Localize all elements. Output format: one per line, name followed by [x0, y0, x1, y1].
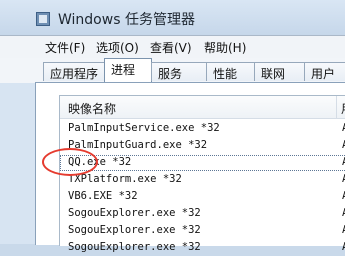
- menu-view[interactable]: 查看(V): [150, 39, 192, 56]
- list-header: 映像名称 用: [60, 96, 345, 119]
- column-header-user[interactable]: 用: [341, 100, 345, 117]
- table-row[interactable]: TXPlatform.exe *32 A: [60, 172, 345, 188]
- table-row[interactable]: SogouExplorer.exe *32 A: [60, 223, 345, 239]
- process-name: TXPlatform.exe *32: [68, 173, 182, 185]
- table-row[interactable]: SogouExplorer.exe *32 A: [60, 206, 345, 222]
- tab-performance[interactable]: 性能: [206, 62, 255, 81]
- process-name: VB6.EXE *32: [68, 190, 138, 202]
- table-row[interactable]: VB6.EXE *32 A: [60, 189, 345, 205]
- tab-networking[interactable]: 联网: [254, 62, 305, 81]
- red-annotation-circle: [42, 148, 98, 176]
- process-name: SogouExplorer.exe *32: [68, 224, 201, 236]
- process-name: PalmInputGuard.exe *32: [68, 139, 208, 151]
- task-manager-window: Windows 任务管理器 文件(F) 选项(O) 查看(V) 帮助(H) 应用…: [0, 0, 345, 253]
- table-row-selected[interactable]: QQ.exe *32 A: [60, 155, 345, 171]
- process-list[interactable]: 映像名称 用 PalmInputService.exe *32 A PalmIn…: [59, 95, 345, 253]
- table-row[interactable]: SogouExplorer.exe *32 A: [60, 240, 345, 256]
- tab-services[interactable]: 服务: [151, 62, 207, 81]
- tab-strip: 应用程序 进程 服务 性能 联网 用户: [0, 58, 345, 83]
- menu-bar: 文件(F) 选项(O) 查看(V) 帮助(H): [0, 35, 345, 59]
- tab-applications[interactable]: 应用程序: [43, 62, 105, 81]
- menu-options[interactable]: 选项(O): [96, 39, 139, 56]
- tab-processes[interactable]: 进程: [104, 58, 152, 82]
- table-row[interactable]: PalmInputGuard.exe *32 A: [60, 138, 345, 154]
- column-header-image-name[interactable]: 映像名称: [68, 100, 116, 117]
- tab-users[interactable]: 用户: [304, 62, 345, 81]
- process-name: SogouExplorer.exe *32: [68, 241, 201, 253]
- menu-file[interactable]: 文件(F): [45, 39, 85, 56]
- menu-help[interactable]: 帮助(H): [204, 39, 246, 56]
- window-title: Windows 任务管理器: [58, 12, 195, 28]
- process-name: SogouExplorer.exe *32: [68, 207, 201, 219]
- column-divider[interactable]: [336, 96, 337, 118]
- table-row[interactable]: PalmInputService.exe *32 A: [60, 121, 345, 137]
- title-bar[interactable]: Windows 任务管理器: [0, 0, 345, 35]
- process-name: PalmInputService.exe *32: [68, 122, 220, 134]
- task-manager-icon: [36, 12, 50, 26]
